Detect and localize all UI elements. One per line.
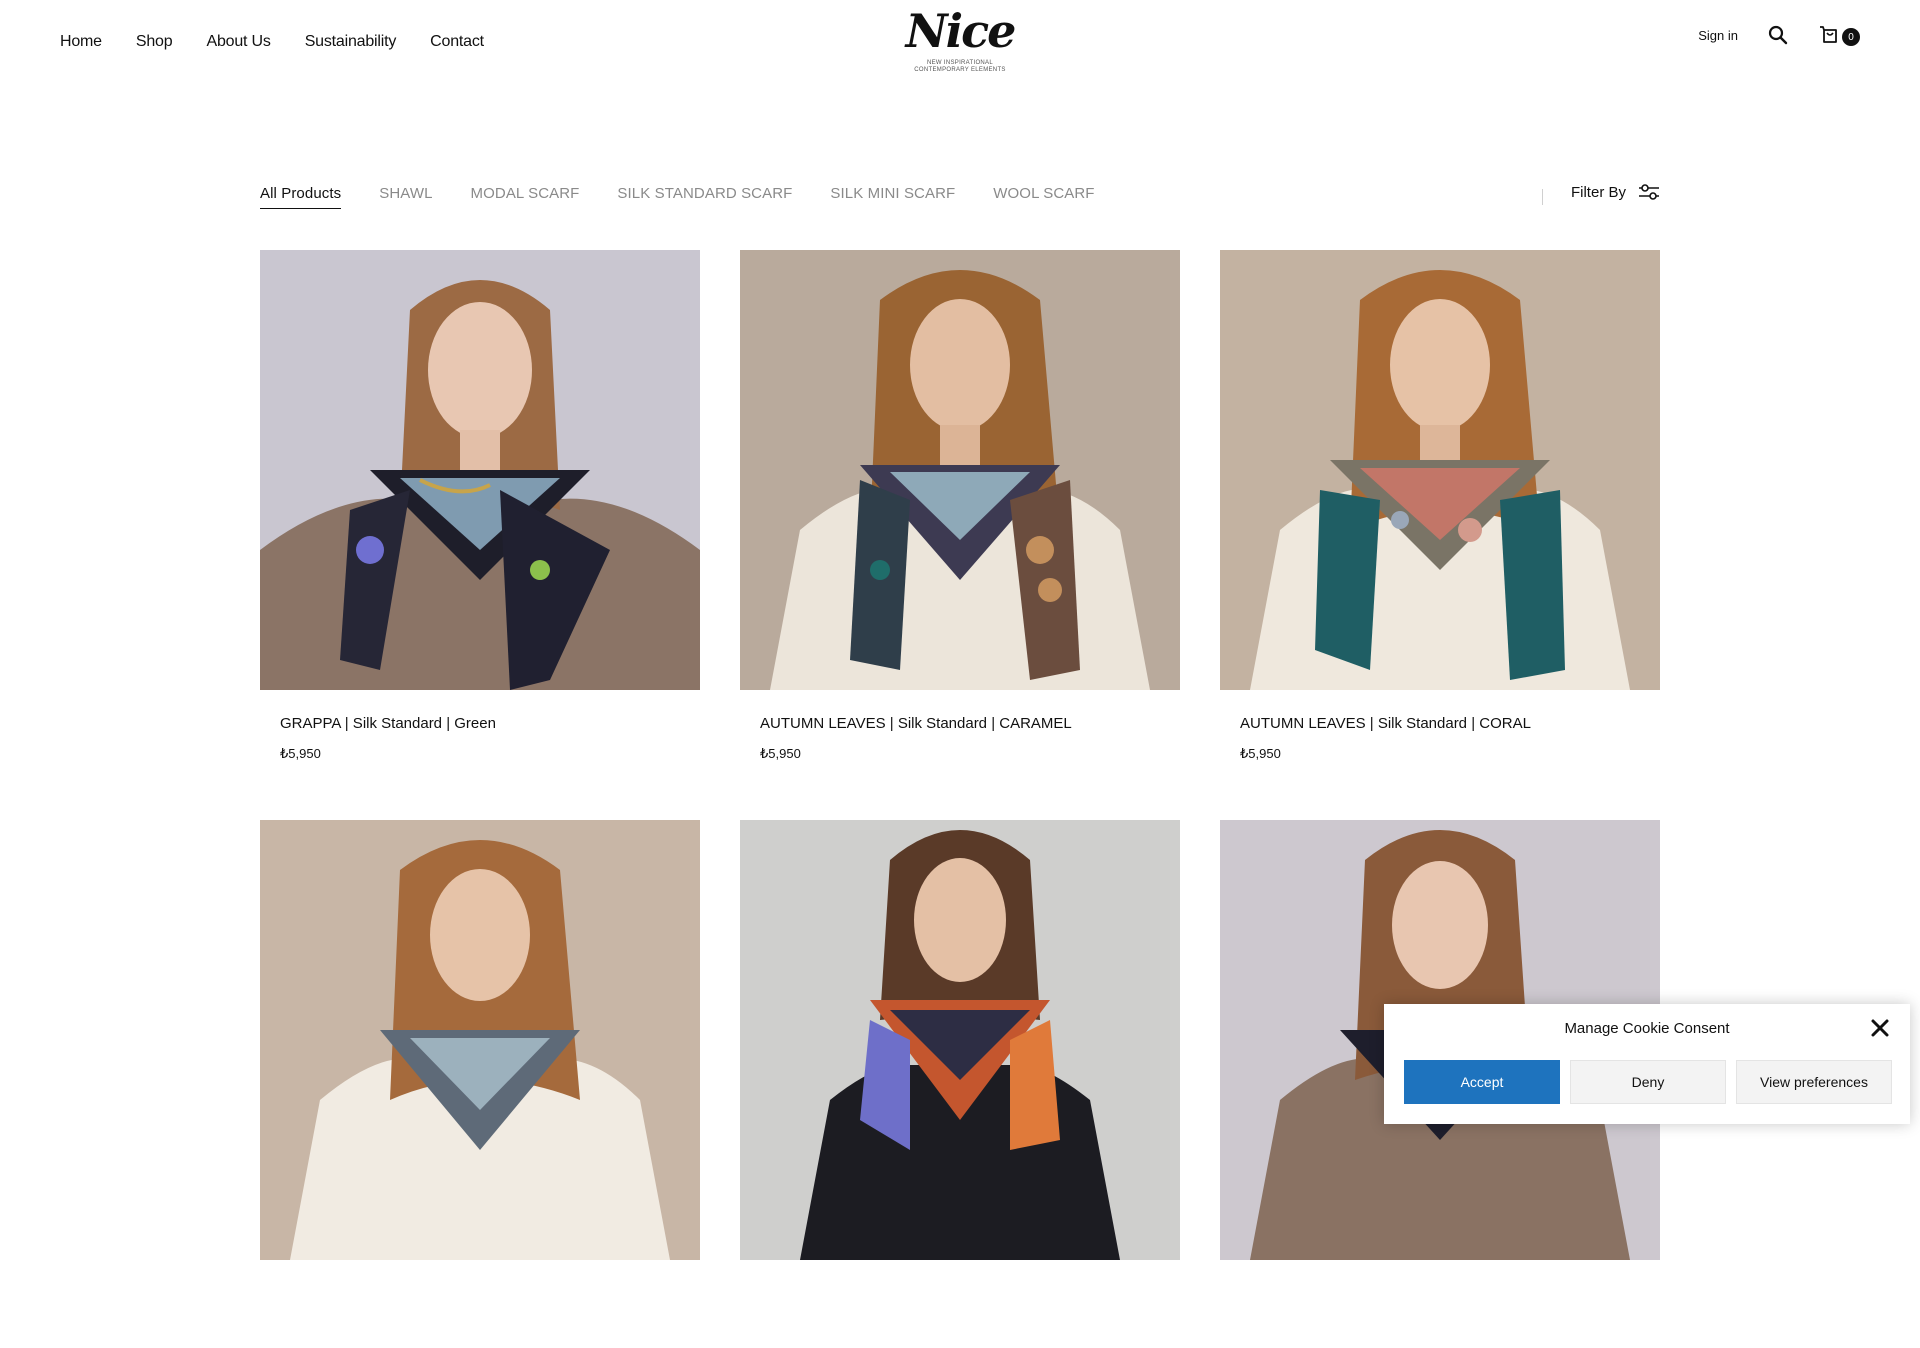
logo-tagline-1: NEW INSPIRATIONAL	[927, 60, 993, 66]
nav-sustainability[interactable]: Sustainability	[305, 33, 397, 51]
cookie-buttons: Accept Deny View preferences	[1404, 1060, 1892, 1104]
nav-about-us[interactable]: About Us	[206, 33, 270, 51]
product-price: ₺5,950	[1240, 746, 1281, 761]
product-info: GRAPPA | Silk Standard | Green ₺5,950	[260, 690, 700, 778]
product-image[interactable]	[260, 820, 700, 1260]
product-title[interactable]: AUTUMN LEAVES | Silk Standard | CARAMEL	[760, 714, 1160, 734]
logo-tagline-2: CONTEMPORARY ELEMENTS	[914, 67, 1006, 73]
product-price: ₺5,950	[280, 746, 321, 761]
product-title[interactable]: AUTUMN LEAVES | Silk Standard | CORAL	[1240, 714, 1640, 734]
product-grid: GRAPPA | Silk Standard | Green ₺5,950 AU…	[260, 250, 1660, 1348]
tab-silk-standard-scarf[interactable]: SILK STANDARD SCARF	[617, 185, 792, 209]
search-icon[interactable]	[1768, 25, 1788, 45]
product-title[interactable]: GRAPPA | Silk Standard | Green	[280, 714, 680, 734]
product-image[interactable]	[1220, 250, 1660, 690]
tab-modal-scarf[interactable]: MODAL SCARF	[471, 185, 580, 209]
product-card[interactable]: AUTUMN LEAVES | Silk Standard | CARAMEL …	[740, 250, 1180, 778]
site-logo[interactable]: Nice NEW INSPIRATIONAL CONTEMPORARY ELEM…	[905, 2, 1017, 86]
product-info	[260, 1260, 700, 1348]
product-image[interactable]	[740, 250, 1180, 690]
category-tabs: All Products SHAWL MODAL SCARF SILK STAN…	[260, 185, 1095, 209]
cookie-title: Manage Cookie Consent	[1564, 1020, 1730, 1037]
deny-button[interactable]: Deny	[1570, 1060, 1726, 1104]
product-info	[1220, 1260, 1660, 1348]
signin-link[interactable]: Sign in	[1698, 28, 1738, 43]
product-info	[740, 1260, 1180, 1348]
product-card[interactable]: GRAPPA | Silk Standard | Green ₺5,950	[260, 250, 700, 778]
product-info: AUTUMN LEAVES | Silk Standard | CORAL ₺5…	[1220, 690, 1660, 778]
main-nav: Home Shop About Us Sustainability Contac…	[60, 33, 484, 51]
product-card[interactable]	[260, 820, 700, 1348]
view-preferences-button[interactable]: View preferences	[1736, 1060, 1892, 1104]
logo-script: Nice	[905, 4, 1017, 58]
cart-button[interactable]: 0	[1818, 24, 1860, 46]
site-header: Home Shop About Us Sustainability Contac…	[0, 0, 1920, 90]
cookie-consent-panel: Manage Cookie Consent Accept Deny View p…	[1384, 1004, 1910, 1124]
filter-button[interactable]: Filter By	[1571, 183, 1660, 201]
product-price: ₺5,950	[760, 746, 801, 761]
cart-count-badge: 0	[1842, 28, 1860, 46]
close-icon[interactable]	[1870, 1018, 1890, 1038]
product-image[interactable]	[260, 250, 700, 690]
sliders-icon	[1639, 184, 1659, 200]
filter-label: Filter By	[1570, 183, 1626, 201]
nav-shop[interactable]: Shop	[136, 33, 173, 51]
accept-button[interactable]: Accept	[1404, 1060, 1560, 1104]
tab-wool-scarf[interactable]: WOOL SCARF	[993, 185, 1094, 209]
nav-home[interactable]: Home	[60, 33, 102, 51]
cart-icon	[1820, 26, 1837, 43]
category-bar: All Products SHAWL MODAL SCARF SILK STAN…	[260, 183, 1660, 225]
product-info: AUTUMN LEAVES | Silk Standard | CARAMEL …	[740, 690, 1180, 778]
nav-contact[interactable]: Contact	[430, 33, 484, 51]
product-card[interactable]: AUTUMN LEAVES | Silk Standard | CORAL ₺5…	[1220, 250, 1660, 778]
product-image[interactable]	[740, 820, 1180, 1260]
tab-silk-mini-scarf[interactable]: SILK MINI SCARF	[830, 185, 955, 209]
filter-divider	[1542, 189, 1543, 205]
header-actions: Sign in 0	[1698, 24, 1860, 46]
tab-shawl[interactable]: SHAWL	[379, 185, 432, 209]
tab-all-products[interactable]: All Products	[260, 185, 342, 209]
product-card[interactable]	[740, 820, 1180, 1348]
